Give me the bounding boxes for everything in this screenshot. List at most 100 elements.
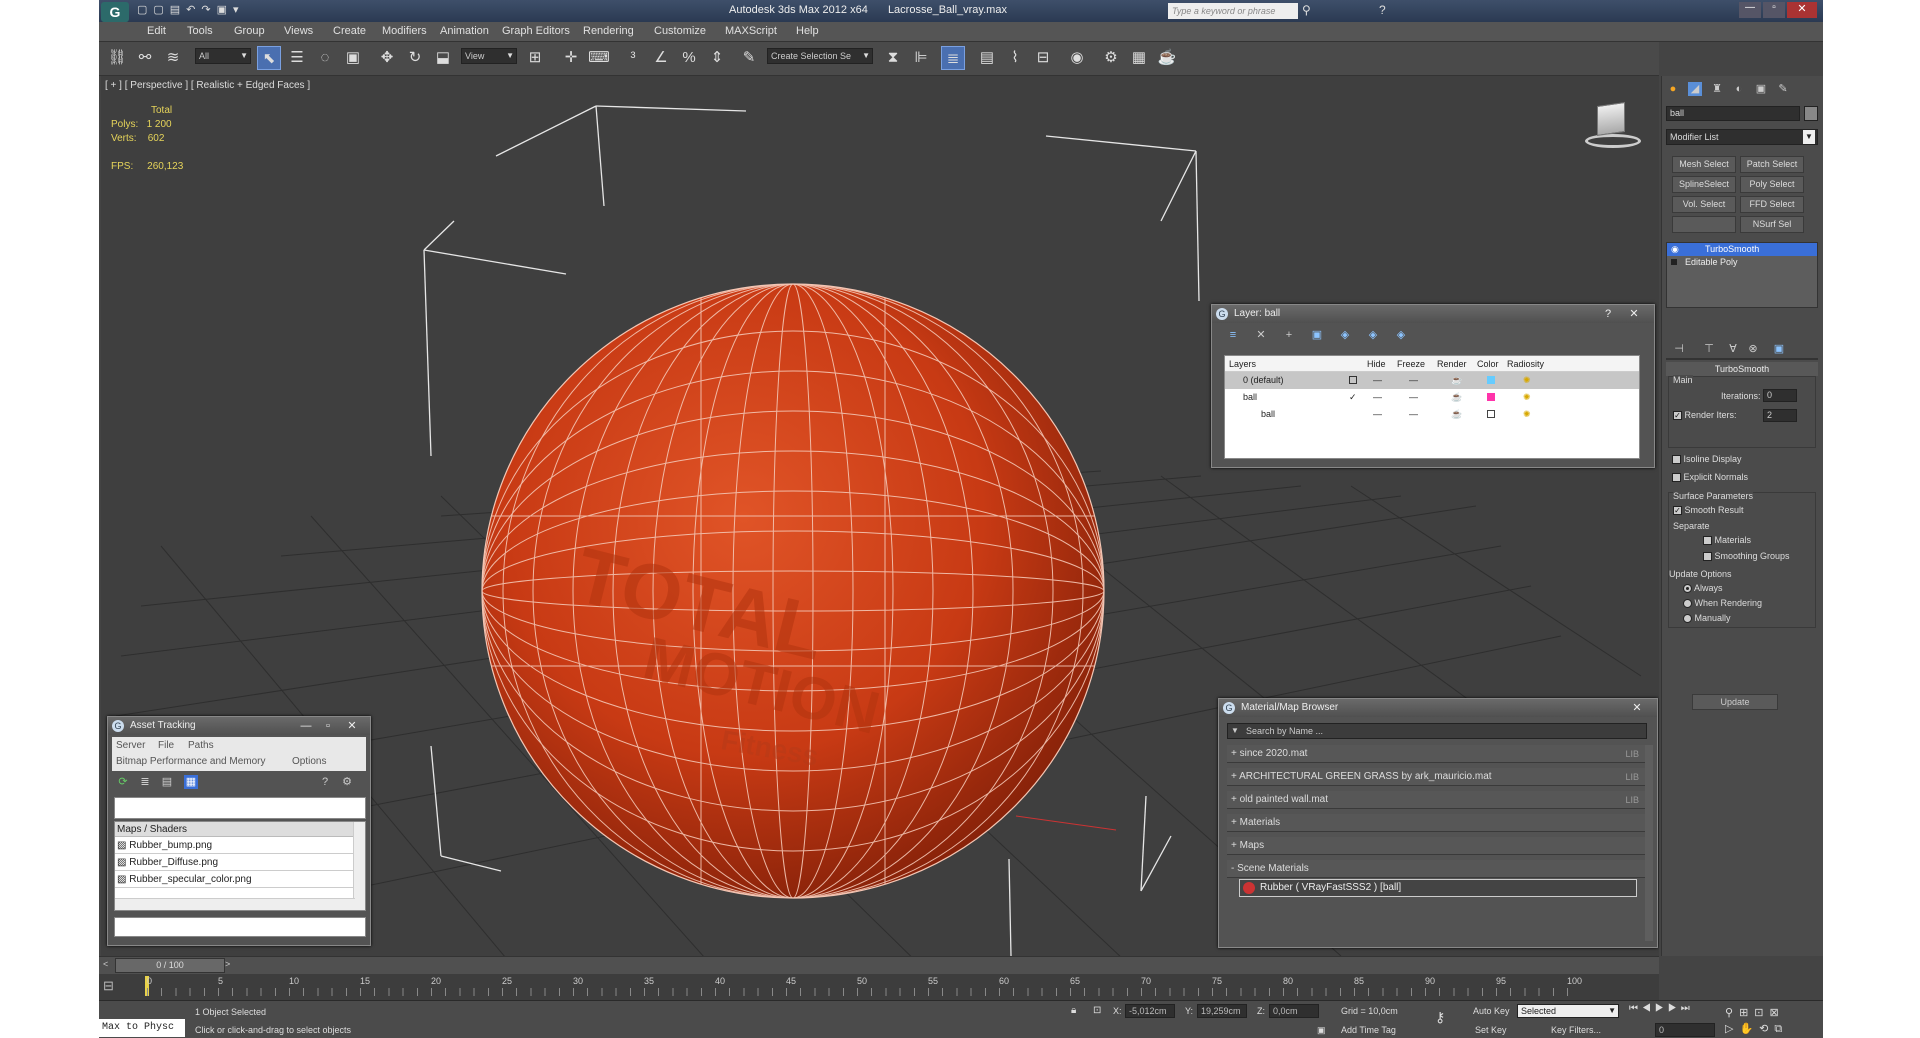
list-item[interactable]: ▨ Rubber_bump.png <box>115 837 365 854</box>
bind-spacewarp-icon[interactable]: ≋ <box>161 46 185 70</box>
named-selection-dropdown[interactable]: Create Selection Se ▼ <box>767 48 873 64</box>
mirror-icon[interactable]: ⧗ <box>881 46 905 70</box>
asset-menu-file[interactable]: File <box>158 740 174 751</box>
render-setup-icon[interactable]: ⚙ <box>1099 46 1123 70</box>
move-icon[interactable]: ✥ <box>375 46 399 70</box>
display-tab-icon[interactable]: ▣ <box>1754 82 1768 96</box>
align-icon[interactable]: ⊫ <box>909 46 933 70</box>
material-search-input[interactable]: ▼ Search by Name ... <box>1227 723 1647 739</box>
materials-checkbox[interactable] <box>1703 536 1712 546</box>
x-coordinate-field[interactable]: -5,012cm <box>1125 1004 1175 1018</box>
window-crossing-icon[interactable]: ▣ <box>341 46 365 70</box>
library-row[interactable]: + ARCHITECTURAL GREEN GRASS by ark_mauri… <box>1227 768 1645 786</box>
minimize-icon[interactable]: — <box>298 719 314 733</box>
select-in-layer-icon[interactable]: ▣ <box>1310 328 1324 342</box>
delete-layer-icon[interactable]: ✕ <box>1254 328 1268 342</box>
previous-frame-icon[interactable]: ◀ <box>1642 1003 1655 1014</box>
list-item[interactable]: ▨ Rubber_specular_color.png <box>115 871 365 888</box>
iterations-spinner[interactable]: 0 <box>1763 389 1797 402</box>
maximize-icon[interactable]: ▫ <box>320 719 336 733</box>
chevron-down-icon[interactable]: ▼ <box>1231 724 1239 738</box>
search-box[interactable]: Type a keyword or phrase <box>1168 3 1298 19</box>
curve-editor-icon[interactable]: ⌇ <box>1003 46 1027 70</box>
col-freeze[interactable]: Freeze <box>1397 356 1425 372</box>
create-layer-icon[interactable]: ≡ <box>1226 328 1240 342</box>
pin-stack-icon[interactable]: ⊣ <box>1672 342 1686 356</box>
layer-color-swatch[interactable] <box>1487 376 1495 384</box>
object-color-swatch[interactable] <box>1804 106 1818 121</box>
maxscript-listener-input[interactable]: Max to Physc <box>99 1019 185 1037</box>
library-row[interactable]: + since 2020.mat LIB <box>1227 745 1645 763</box>
app-logo-icon[interactable]: G <box>101 2 129 22</box>
col-render[interactable]: Render <box>1437 356 1467 372</box>
create-tab-icon[interactable]: ● <box>1666 82 1680 96</box>
col-radiosity[interactable]: Radiosity <box>1507 356 1544 372</box>
layer-color-swatch[interactable] <box>1487 410 1495 418</box>
minimize-button[interactable]: — <box>1739 2 1761 18</box>
select-manipulate-icon[interactable]: ✛ <box>559 46 583 70</box>
pan-icon[interactable]: ✋ <box>1739 1023 1759 1035</box>
smooth-result-checkbox[interactable]: ✓ <box>1673 506 1682 516</box>
menu-animation[interactable]: Animation <box>440 25 489 37</box>
col-hide[interactable]: Hide <box>1367 356 1386 372</box>
close-icon[interactable]: ✕ <box>344 719 360 733</box>
menu-graph-editors[interactable]: Graph Editors <box>502 25 570 37</box>
keyboard-shortcut-icon[interactable]: ⌨ <box>587 46 611 70</box>
track-bar[interactable]: ⊟ 0 5 10 15 20 25 30 35 40 45 50 55 60 6… <box>99 974 1659 1000</box>
menu-maxscript[interactable]: MAXScript <box>725 25 777 37</box>
table-view-icon[interactable]: ▦ <box>184 775 198 789</box>
radiosity-icon[interactable]: ✺ <box>1523 406 1531 423</box>
scene-material-item[interactable]: Rubber ( VRayFastSSS2 ) [ball] <box>1239 879 1637 897</box>
reference-coordinate-dropdown[interactable]: View ▼ <box>461 48 517 64</box>
update-button[interactable]: Update <box>1692 694 1778 710</box>
angle-snap-icon[interactable]: ∠ <box>649 46 673 70</box>
turbosmooth-rollout-title[interactable]: TurboSmooth <box>1666 362 1818 376</box>
set-key-icon[interactable]: ⚷ <box>1435 1009 1445 1026</box>
motion-tab-icon[interactable]: ◐ <box>1732 82 1746 96</box>
nsurf-sel-button[interactable]: NSurf Sel <box>1740 216 1804 233</box>
layer-row[interactable]: 0 (default) — — ☕ ✺ <box>1225 372 1639 389</box>
render-teapot-icon[interactable]: ☕ <box>1155 46 1179 70</box>
lock-selection-icon[interactable]: 🔒︎ <box>1071 1005 1076 1016</box>
settings-icon[interactable]: ⚙ <box>340 775 354 789</box>
scene-materials-group-row[interactable]: - Scene Materials <box>1227 860 1645 878</box>
asset-menu-paths[interactable]: Paths <box>188 740 214 751</box>
poly-select-button[interactable]: Poly Select <box>1740 176 1804 193</box>
materials-group-row[interactable]: + Materials <box>1227 814 1645 832</box>
isoline-display-checkbox[interactable] <box>1672 455 1681 465</box>
viewport-label[interactable]: [ + ] [ Perspective ] [ Realistic + Edge… <box>105 80 310 91</box>
play-icon[interactable]: ▶ <box>1655 1003 1668 1014</box>
perspective-viewport[interactable]: TOTAL MOTION Fitness [ + ] [ Perspective… <box>101 76 1659 956</box>
absolute-mode-icon[interactable]: ⊡ <box>1093 1005 1101 1016</box>
light-bulb-icon[interactable]: ◉ <box>1671 243 1679 256</box>
add-time-tag[interactable]: Add Time Tag <box>1341 1025 1396 1035</box>
current-frame-field[interactable]: 0 <box>1655 1023 1715 1037</box>
menu-tools[interactable]: Tools <box>187 25 213 37</box>
layer-manager-icon[interactable]: ≣ <box>941 46 965 70</box>
orbit-icon[interactable]: ⟲ <box>1759 1023 1774 1035</box>
set-key-button[interactable]: Set Key <box>1475 1025 1507 1035</box>
close-button[interactable]: ✕ <box>1787 2 1817 18</box>
render-iters-spinner[interactable]: 2 <box>1763 409 1797 422</box>
patch-select-button[interactable]: Patch Select <box>1740 156 1804 173</box>
link-icon[interactable]: ⛓ <box>105 46 129 70</box>
menu-group[interactable]: Group <box>234 25 265 37</box>
time-tag-icon[interactable]: ▣ <box>1317 1025 1326 1036</box>
modify-tab-icon[interactable]: ◢ <box>1688 82 1702 96</box>
when-rendering-radio[interactable] <box>1683 599 1692 609</box>
auto-key-button[interactable]: Auto Key <box>1473 1006 1510 1016</box>
object-name-input[interactable]: ball <box>1666 106 1800 121</box>
menu-views[interactable]: Views <box>284 25 313 37</box>
time-slider-thumb[interactable]: 0 / 100 <box>115 958 225 973</box>
radiosity-icon[interactable]: ✺ <box>1523 389 1531 406</box>
material-editor-icon[interactable]: ◉ <box>1065 46 1089 70</box>
stack-item-editable-poly[interactable]: Editable Poly <box>1667 256 1817 269</box>
close-icon[interactable]: ✕ <box>1629 701 1645 715</box>
stack-item-turbosmooth[interactable]: ◉ TurboSmooth <box>1667 243 1817 256</box>
asset-menu-options[interactable]: Options <box>292 756 326 767</box>
menu-customize[interactable]: Customize <box>654 25 706 37</box>
mesh-select-button[interactable]: Mesh Select <box>1672 156 1736 173</box>
col-layers[interactable]: Layers <box>1229 356 1256 372</box>
refresh-icon[interactable]: ⟳ <box>116 775 130 789</box>
zoom-icon[interactable]: ⚲ <box>1725 1007 1739 1019</box>
